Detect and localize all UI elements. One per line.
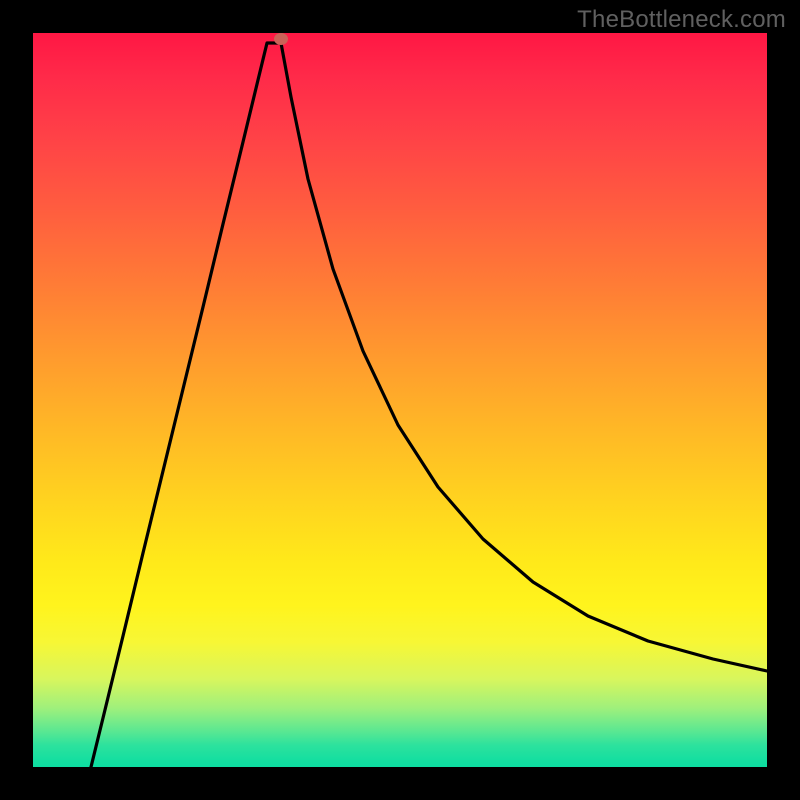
minimum-marker [274,33,288,45]
plot-area [33,33,767,767]
bottleneck-curve [33,33,767,767]
watermark-text: TheBottleneck.com [577,6,786,34]
chart-frame: TheBottleneck.com [0,0,800,800]
